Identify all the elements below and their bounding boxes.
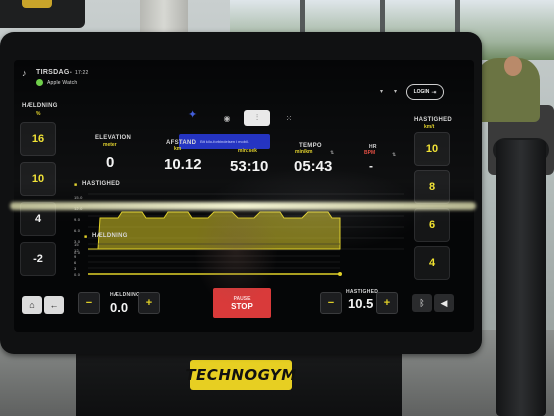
back-button[interactable]: ← [44,296,64,314]
chevron-down-icon[interactable]: ▾ [380,88,383,95]
hr-value: - [369,159,373,173]
speed-panel-unit: km/t [424,124,435,130]
home-button[interactable]: ⌂ [22,296,42,314]
speed-graph-icon: ■ [74,182,78,188]
speed-control-label: HASTIGHED [346,289,379,295]
incline-preset-2[interactable]: 10 [20,162,56,196]
chevron-down-icon[interactable]: ▾ [394,88,397,95]
incline-minus-button[interactable]: − [78,292,100,314]
walker-icon: ♪ [22,68,27,78]
incline-control-label: HÆLDNING [110,292,141,298]
console-light [22,0,52,8]
speed-tick: 6.0 [74,228,81,233]
distance-unit: km [174,146,182,152]
runner-icon[interactable]: ✦ [188,108,197,121]
plus-icon: + [383,297,391,309]
incline-tick: 12 [74,248,79,253]
speed-preset-3[interactable]: 6 [414,208,450,242]
handrail-post [496,140,546,416]
incline-tick: 9 [74,254,77,259]
tab-track[interactable]: ◉ [214,110,240,126]
incline-preset-1[interactable]: 16 [20,122,56,156]
minus-icon: − [85,297,93,309]
incline-tick: 6 [74,260,77,265]
upper-console [0,0,85,28]
speed-plus-button[interactable]: + [376,292,398,314]
tab-grid[interactable]: ⁙ [276,110,302,126]
incline-tick: 0.0 [74,272,81,277]
time-separator: • [70,70,72,76]
time-unit: min:sek [238,148,257,154]
incline-graph [88,243,342,276]
pace-unit: min/km [295,149,313,155]
back-icon: ← [49,300,59,310]
speed-preset-2[interactable]: 8 [414,170,450,204]
bluetooth-button[interactable]: ᛒ [412,294,432,312]
toast-text: Bit kilo-forbindelsen i mobil. [200,139,249,144]
speed-tick: 15.0 [74,195,83,200]
watch-status-icon [36,79,43,86]
incline-preset-4[interactable]: -2 [20,242,56,276]
elevation-unit: meter [103,142,117,148]
volume-button[interactable]: ◀ [434,294,454,312]
incline-panel-title: HÆLDNING [22,103,58,109]
login-button[interactable]: LOGIN ⇥ [406,84,444,100]
minus-icon: − [327,297,335,309]
incline-control-value: 0.0 [110,300,129,315]
incline-plus-button[interactable]: + [138,292,160,314]
day-label: TIRSDAG [36,69,70,76]
tab-graph[interactable]: ⫶ [244,110,270,126]
background-person-head [504,56,522,76]
elevation-label: ELEVATION [95,135,132,141]
sort-icon[interactable]: ⇅ [330,150,334,156]
connected-device[interactable]: Apple Watch [47,80,77,86]
brand-logo: TECHNOGYM [185,360,296,390]
speed-minus-button[interactable]: − [320,292,342,314]
speed-graph-title: HASTIGHED [82,181,121,187]
hr-unit: BPM [364,150,376,156]
speaker-icon: ◀ [440,297,448,308]
clock: 17:22 [75,70,89,76]
speed-control-value: 10.5 [348,296,374,311]
distance-value: 10.12 [164,156,202,173]
incline-panel-unit: % [36,111,41,117]
time-value: 53:10 [230,158,269,175]
sort-icon[interactable]: ⇅ [392,152,396,158]
bluetooth-icon: ᛒ [419,298,425,308]
light-glare [10,202,476,210]
home-icon: ⌂ [29,300,35,310]
progress-marker [338,272,342,276]
speed-preset-1[interactable]: 10 [414,132,450,166]
incline-axis: 15 12 9 6 3 0.0 [74,242,86,278]
incline-tick: 3 [74,266,77,271]
pace-value: 05:43 [294,158,333,175]
speed-panel-title: HASTIGHED [414,117,453,123]
speed-tick: 9.0 [74,217,81,222]
incline-tick: 15 [74,242,79,247]
track-icon: ◉ [223,113,231,123]
login-icon: ⇥ [431,89,437,96]
login-label: LOGIN [413,89,430,95]
plus-icon: + [145,297,153,309]
incline-graph-icon: ■ [84,234,88,240]
pause-stop-button[interactable]: PAUSE STOP [213,288,271,318]
graph-icon: ⫶ [256,113,258,122]
incline-graph-title: HÆLDNING [92,233,128,239]
stop-label: STOP [231,301,253,311]
grid-icon: ⁙ [285,113,293,123]
elevation-value: 0 [106,154,115,171]
speed-preset-4[interactable]: 4 [414,246,450,280]
treadmill-screen: ♪ TIRSDAG • 17:22 Apple Watch ▾ ▾ LOGIN … [14,60,474,332]
